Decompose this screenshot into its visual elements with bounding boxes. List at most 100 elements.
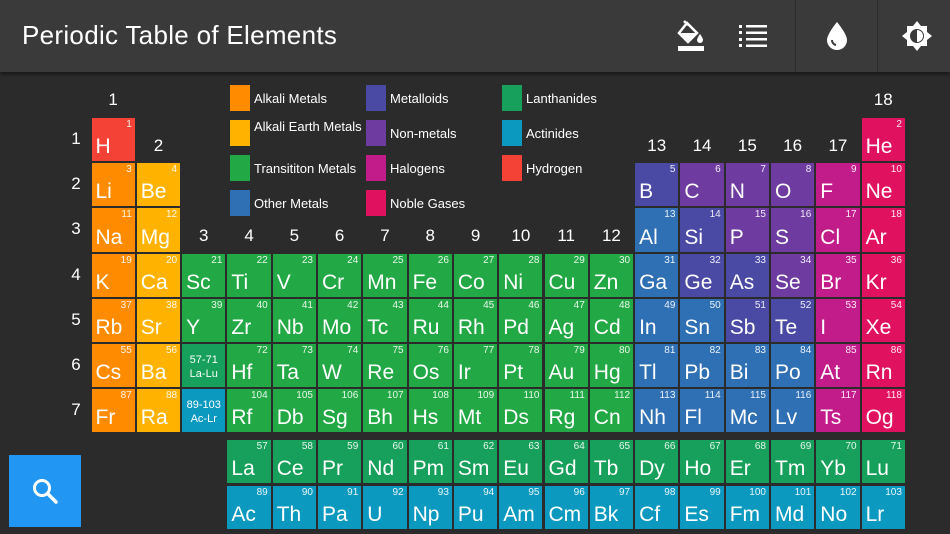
element-cell-ni[interactable]: 28 Ni [498, 252, 544, 298]
element-cell-og[interactable]: 118 Og [860, 388, 906, 434]
element-cell-lr[interactable]: 103 Lr [860, 484, 906, 530]
element-cell-dy[interactable]: 66 Dy [634, 439, 680, 485]
element-cell-sb[interactable]: 51 Sb [724, 297, 770, 343]
element-cell-mt[interactable]: 109 Mt [452, 388, 499, 434]
element-cell-pr[interactable]: 59 Pr [317, 439, 363, 485]
element-cell-pu[interactable]: 94 Pu [452, 484, 499, 530]
element-cell-zn[interactable]: 30 Zn [588, 252, 635, 298]
element-cell-te[interactable]: 52 Te [770, 297, 816, 343]
legend-label-nonmetal[interactable]: Non-metals [390, 126, 502, 141]
element-cell-lu[interactable]: 71 Lu [860, 439, 906, 485]
element-cell-cl[interactable]: 17 Cl [815, 207, 861, 253]
element-cell-cu[interactable]: 29 Cu [543, 252, 589, 298]
element-cell-sr[interactable]: 38 Sr [135, 297, 182, 343]
element-cell-tb[interactable]: 65 Tb [588, 439, 635, 485]
legend-swatch-transition[interactable] [230, 155, 250, 181]
brightness-button[interactable] [886, 0, 948, 72]
element-cell-se[interactable]: 34 Se [770, 252, 816, 298]
element-cell-rf[interactable]: 104 Rf [226, 388, 272, 434]
element-cell-n[interactable]: 7N [724, 162, 770, 208]
element-cell-na[interactable]: 11 Na [90, 207, 136, 253]
element-cell-fm[interactable]: 100 Fm [724, 484, 770, 530]
element-cell-th[interactable]: 90 Th [271, 484, 317, 530]
legend-swatch-other[interactable] [230, 190, 250, 216]
element-cell-la[interactable]: 57 La [226, 439, 272, 485]
element-cell-ag[interactable]: 47 Ag [543, 297, 589, 343]
element-cell-y[interactable]: 39 Y [181, 297, 227, 343]
element-cell-ru[interactable]: 44 Ru [407, 297, 453, 343]
element-cell-ga[interactable]: 31 Ga [634, 252, 680, 298]
element-cell-rn[interactable]: 86 Rn [860, 343, 906, 389]
element-cell-ti[interactable]: 22 Ti [226, 252, 272, 298]
element-cell-xe[interactable]: 54 Xe [860, 297, 906, 343]
search-button[interactable] [9, 455, 81, 527]
element-cell-bk[interactable]: 97 Bk [588, 484, 635, 530]
element-cell-b[interactable]: 5B [634, 162, 680, 208]
element-cell-nb[interactable]: 41 Nb [271, 297, 317, 343]
element-cell-ir[interactable]: 77 Ir [452, 343, 499, 389]
element-cell-sc[interactable]: 21 Sc [181, 252, 227, 298]
element-cell-rg[interactable]: 111 Rg [543, 388, 589, 434]
legend-swatch-halogen[interactable] [366, 155, 386, 181]
legend-label-other[interactable]: Other Metals [254, 196, 366, 211]
element-cell-sn[interactable]: 50 Sn [679, 297, 725, 343]
element-cell-sm[interactable]: 62 Sm [452, 439, 499, 485]
element-cell-cr[interactable]: 24 Cr [317, 252, 363, 298]
element-cell-am[interactable]: 95 Am [498, 484, 544, 530]
element-cell-es[interactable]: 99 Es [679, 484, 725, 530]
element-cell-hf[interactable]: 72 Hf [226, 343, 272, 389]
element-cell-eu[interactable]: 63 Eu [498, 439, 544, 485]
element-cell-gd[interactable]: 64 Gd [543, 439, 589, 485]
element-cell-mg[interactable]: 12 Mg [135, 207, 182, 253]
element-cell-fr[interactable]: 87 Fr [90, 388, 136, 434]
element-cell-mn[interactable]: 25 Mn [362, 252, 408, 298]
element-cell-pt[interactable]: 78 Pt [498, 343, 544, 389]
element-cell-i[interactable]: 53 I [815, 297, 861, 343]
legend-swatch-actinide[interactable] [502, 120, 522, 146]
list-button[interactable] [722, 0, 784, 72]
element-cell-w[interactable]: 74 W [317, 343, 363, 389]
element-cell-no[interactable]: 102 No [815, 484, 861, 530]
series-reference-actinides[interactable]: 89-103 Ac-Lr [181, 388, 227, 434]
element-cell-rb[interactable]: 37 Rb [90, 297, 136, 343]
element-cell-ge[interactable]: 32 Ge [679, 252, 725, 298]
element-cell-cm[interactable]: 96 Cm [543, 484, 589, 530]
legend-label-alkali[interactable]: Alkali Metals [254, 91, 366, 106]
element-cell-cd[interactable]: 48 Cd [588, 297, 635, 343]
legend-label-actinide[interactable]: Actinides [526, 126, 638, 141]
element-cell-fl[interactable]: 114 Fl [679, 388, 725, 434]
element-cell-in[interactable]: 49 In [634, 297, 680, 343]
element-cell-v[interactable]: 23 V [271, 252, 317, 298]
element-cell-tl[interactable]: 81 Tl [634, 343, 680, 389]
element-cell-sg[interactable]: 106 Sg [317, 388, 363, 434]
element-cell-mo[interactable]: 42 Mo [317, 297, 363, 343]
element-cell-er[interactable]: 68 Er [724, 439, 770, 485]
element-cell-zr[interactable]: 40 Zr [226, 297, 272, 343]
element-cell-po[interactable]: 84 Po [770, 343, 816, 389]
element-cell-ne[interactable]: 10 Ne [860, 162, 906, 208]
element-cell-mc[interactable]: 115 Mc [724, 388, 770, 434]
element-cell-lv[interactable]: 116 Lv [770, 388, 816, 434]
element-cell-ca[interactable]: 20 Ca [135, 252, 182, 298]
paint-bucket-button[interactable] [660, 0, 722, 72]
element-cell-kr[interactable]: 36 Kr [860, 252, 906, 298]
element-cell-bh[interactable]: 107 Bh [362, 388, 408, 434]
element-cell-nh[interactable]: 113 Nh [634, 388, 680, 434]
element-cell-cf[interactable]: 98 Cf [634, 484, 680, 530]
legend-label-alkaline[interactable]: Alkali Earth Metals [254, 119, 366, 134]
element-cell-ar[interactable]: 18 Ar [860, 207, 906, 253]
element-cell-as[interactable]: 33 As [724, 252, 770, 298]
element-cell-hs[interactable]: 108 Hs [407, 388, 453, 434]
legend-label-noble[interactable]: Noble Gases [390, 196, 502, 211]
element-cell-be[interactable]: 4 Be [135, 162, 182, 208]
element-cell-tm[interactable]: 69 Tm [770, 439, 816, 485]
element-cell-tc[interactable]: 43 Tc [362, 297, 408, 343]
legend-swatch-hydrogen[interactable] [502, 155, 522, 181]
element-cell-os[interactable]: 76 Os [407, 343, 453, 389]
legend-label-metalloid[interactable]: Metalloids [390, 91, 502, 106]
element-cell-ta[interactable]: 73 Ta [271, 343, 317, 389]
element-cell-he[interactable]: 2 He [860, 117, 906, 163]
element-cell-ba[interactable]: 56 Ba [135, 343, 182, 389]
legend-swatch-alkaline[interactable] [230, 120, 250, 146]
element-cell-si[interactable]: 14 Si [679, 207, 725, 253]
